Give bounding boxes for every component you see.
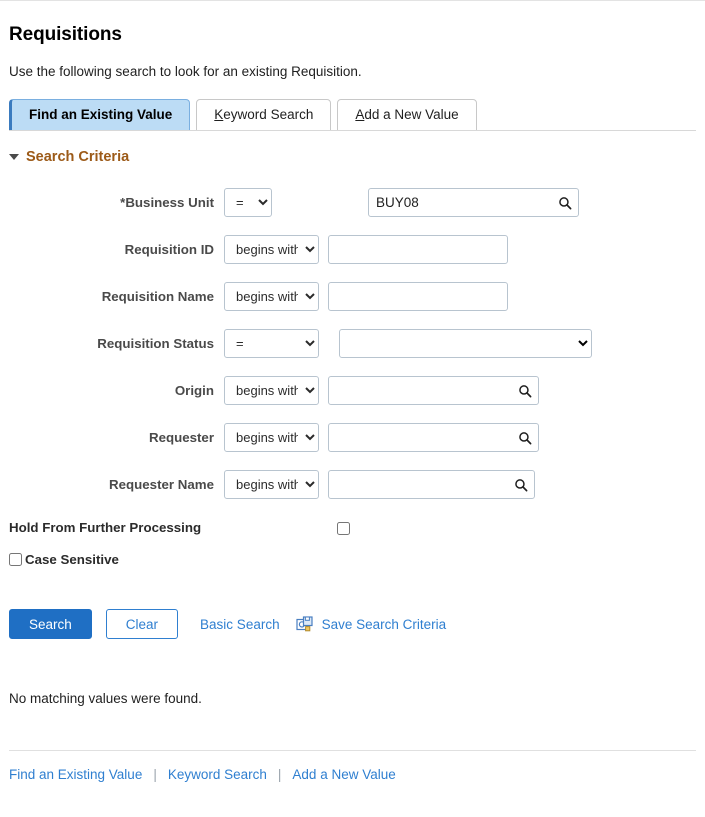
basic-search-link[interactable]: Basic Search (200, 617, 280, 632)
tab-add-a-new-value[interactable]: Add a New Value (337, 99, 477, 131)
requester-name-value-wrap (328, 470, 535, 499)
search-lookup-icon[interactable] (558, 196, 572, 210)
tab-bar: Find an Existing Value Keyword Search Ad… (9, 99, 696, 131)
requester-name-input[interactable] (328, 470, 535, 499)
footer-divider (9, 750, 696, 751)
origin-input[interactable] (328, 376, 539, 405)
requester-name-operator-select[interactable]: begins with (224, 470, 319, 499)
requester-operator-select[interactable]: begins with (224, 423, 319, 452)
tab-label-accesskey: A (355, 107, 365, 122)
clear-button[interactable]: Clear (105, 609, 179, 639)
footer-separator: | (277, 767, 282, 782)
origin-value-wrap (328, 376, 539, 405)
requisition-name-value-wrap (328, 282, 508, 311)
criteria-label: Requester Name (109, 477, 214, 492)
top-divider (0, 0, 705, 1)
requester-value-wrap (328, 423, 539, 452)
criteria-label: *Business Unit (120, 195, 214, 210)
requisition-status-operator-select[interactable]: = (224, 329, 319, 358)
business-unit-input[interactable] (368, 188, 579, 217)
criteria-row-requisition-id: Requisition ID begins with (9, 226, 696, 273)
search-criteria-title: Search Criteria (26, 149, 130, 165)
hold-from-further-processing-checkbox[interactable] (337, 521, 351, 535)
hold-label: Hold From Further Processing (9, 519, 202, 535)
save-search-icon[interactable] (295, 615, 313, 633)
hold-checkbox-area (337, 519, 351, 535)
requisition-name-input[interactable] (328, 282, 508, 311)
criteria-row-hold-from-further-processing: Hold From Further Processing (9, 512, 696, 542)
search-lookup-icon[interactable] (518, 431, 532, 445)
tab-find-an-existing-value[interactable]: Find an Existing Value (9, 99, 191, 131)
save-search-criteria-link[interactable]: Save Search Criteria (322, 617, 447, 632)
criteria-row-requisition-name: Requisition Name begins with (9, 273, 696, 320)
caret-down-icon[interactable] (9, 154, 19, 160)
footer-separator: | (153, 767, 157, 782)
tab-keyword-search[interactable]: Keyword Search (196, 99, 332, 131)
criteria-label: Requester (148, 430, 214, 445)
requisition-id-value-wrap (328, 235, 508, 264)
search-lookup-icon[interactable] (518, 384, 532, 398)
search-criteria-form: *Business Unit = Requisition ID begins w… (9, 179, 696, 567)
requester-input[interactable] (328, 423, 539, 452)
business-unit-operator-select[interactable]: = (224, 188, 272, 217)
requisition-id-input[interactable] (328, 235, 508, 264)
case-sensitive-label: Case Sensitive (25, 552, 119, 567)
tab-label: dd a New Value (364, 107, 459, 122)
requisition-status-select[interactable] (339, 329, 592, 358)
no-results-message: No matching values were found. (9, 691, 202, 706)
footer-link-find-an-existing-value[interactable]: Find an Existing Value (9, 767, 142, 782)
criteria-label: Requisition Name (101, 289, 214, 304)
criteria-label: Origin (174, 383, 214, 398)
page-subtitle: Use the following search to look for an … (9, 64, 362, 79)
search-button[interactable]: Search (9, 609, 92, 639)
criteria-row-requester: Requester begins with (9, 414, 696, 461)
footer-links: Find an Existing Value | Keyword Search … (9, 767, 696, 782)
footer-link-keyword-search[interactable]: Keyword Search (168, 767, 267, 782)
page-container: Requisitions Use the following search to… (0, 24, 705, 782)
tab-label: Find an Existing Value (29, 107, 173, 122)
page-title: Requisitions (9, 24, 122, 45)
requisition-id-operator-select[interactable]: begins with (224, 235, 319, 264)
criteria-row-case-sensitive: Case Sensitive (9, 552, 696, 567)
search-criteria-header[interactable]: Search Criteria (9, 149, 696, 165)
criteria-row-requester-name: Requester Name begins with (9, 461, 696, 508)
case-sensitive-checkbox[interactable] (9, 553, 22, 566)
criteria-row-origin: Origin begins with (9, 367, 696, 414)
criteria-label: Requisition ID (124, 242, 214, 257)
tab-label-accesskey: K (214, 107, 224, 122)
criteria-row-requisition-status: Requisition Status = (9, 320, 696, 367)
business-unit-value-wrap (368, 188, 579, 217)
action-bar: Search Clear Basic Search Save Search Cr… (9, 609, 696, 639)
search-lookup-icon[interactable] (514, 478, 528, 492)
criteria-row-business-unit: *Business Unit = (9, 179, 696, 226)
tab-bar-divider (9, 130, 696, 131)
criteria-label: Requisition Status (97, 336, 214, 351)
tab-label: eyword Search (223, 107, 314, 122)
footer-link-add-a-new-value[interactable]: Add a New Value (292, 767, 395, 782)
origin-operator-select[interactable]: begins with (224, 376, 319, 405)
requisition-name-operator-select[interactable]: begins with (224, 282, 319, 311)
